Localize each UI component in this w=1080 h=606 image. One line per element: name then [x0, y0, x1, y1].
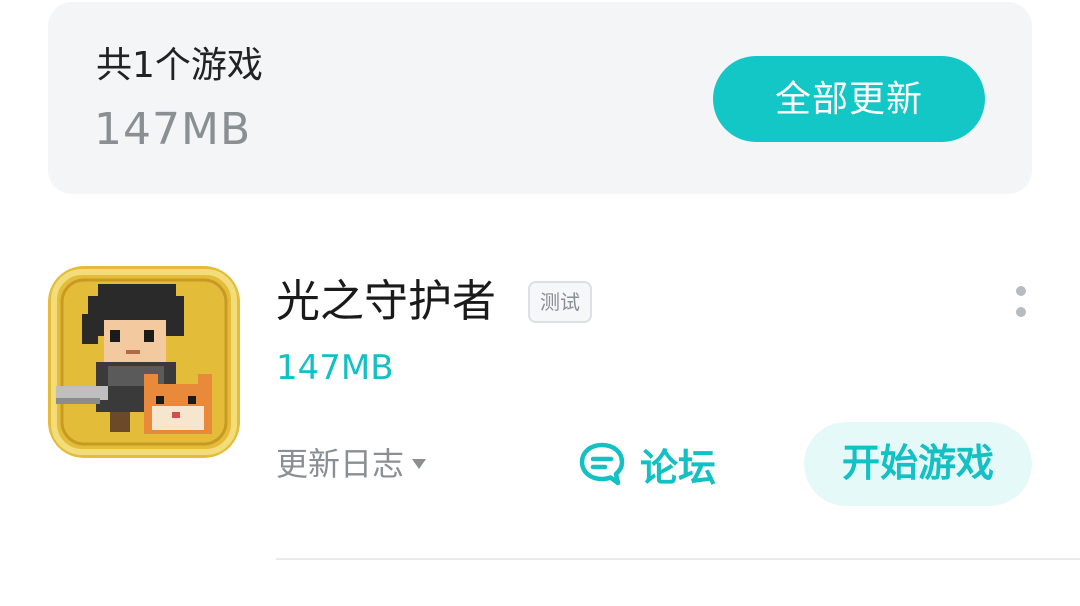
game-count-label: 共1个游戏 — [96, 45, 263, 86]
update-summary-card: 共1个游戏 147MB 全部更新 — [48, 2, 1032, 194]
more-options-icon[interactable] — [1006, 282, 1036, 322]
changelog-toggle[interactable]: 更新日志 — [276, 442, 427, 486]
start-game-button[interactable]: 开始游戏 — [804, 422, 1032, 506]
caret-down-icon — [412, 459, 427, 469]
forum-link[interactable]: 论坛 — [578, 438, 716, 490]
update-all-button[interactable]: 全部更新 — [713, 56, 985, 142]
game-size-label: 147MB — [276, 348, 394, 388]
total-size-label: 147MB — [94, 104, 252, 155]
chat-bubble-icon — [579, 442, 625, 486]
game-icon[interactable] — [48, 266, 240, 458]
test-badge: 测试 — [528, 281, 592, 323]
game-cover-image — [48, 266, 240, 458]
forum-label: 论坛 — [640, 445, 717, 490]
list-divider — [276, 558, 1080, 560]
game-title[interactable]: 光之守护者 — [276, 274, 496, 330]
changelog-label: 更新日志 — [276, 445, 405, 483]
game-list-item[interactable]: 光之守护者 测试 147MB 更新日志 论坛 开始游戏 — [0, 200, 1080, 606]
